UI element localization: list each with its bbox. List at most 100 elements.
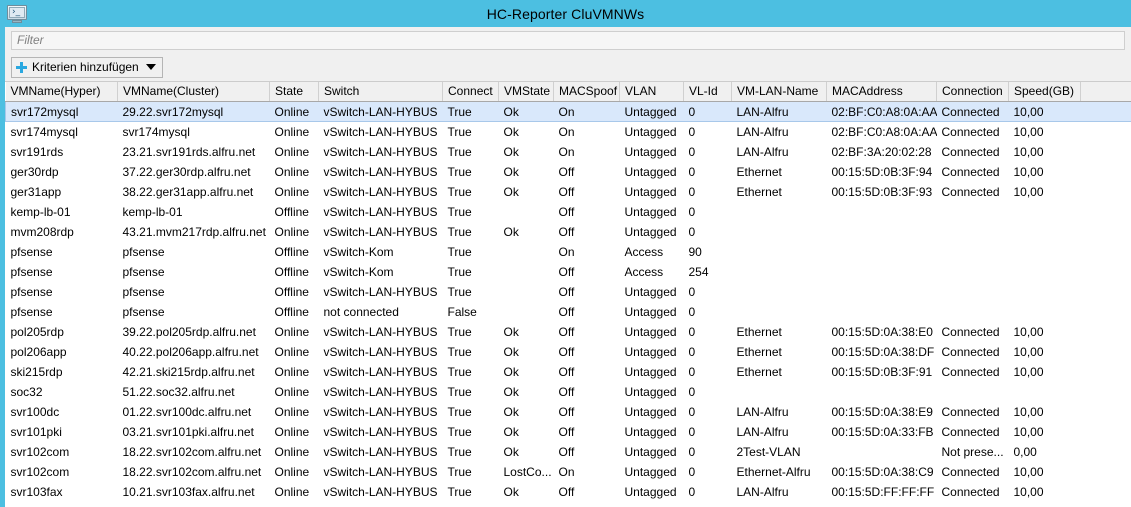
cell-vmname_cluster[interactable]: 29.22.svr172mysql <box>117 101 270 122</box>
table-row[interactable]: svr191rds 23.21.svr191rds.alfru.net Online… <box>6 142 1131 162</box>
cell-vmstate[interactable]: Ok <box>499 362 554 382</box>
cell-state[interactable]: Online <box>270 342 319 362</box>
cell-macspoof[interactable]: Off <box>554 322 620 342</box>
cell-vmname_hyper[interactable]: svr102com <box>6 462 118 482</box>
cell-vlan[interactable]: Untagged <box>620 282 684 302</box>
cell-connect[interactable]: True <box>443 322 499 342</box>
cell-vmname_cluster[interactable]: 23.21.svr191rds.alfru.net <box>118 142 270 162</box>
cell-connect[interactable]: True <box>443 282 499 302</box>
cell-connection[interactable]: Connected <box>937 422 1009 442</box>
cell-macaddress[interactable]: 00:15:5D:0B:3F:91 <box>827 362 937 382</box>
cell-connection[interactable]: Connected <box>937 322 1009 342</box>
cell-vmname_cluster[interactable]: svr174mysql <box>118 122 270 142</box>
cell-filler[interactable] <box>1081 222 1131 242</box>
cell-vm_lan_name[interactable]: Ethernet <box>732 182 827 202</box>
cell-macspoof[interactable]: Off <box>554 302 620 322</box>
column-header-macaddress[interactable]: MACAddress <box>826 82 937 102</box>
cell-switch[interactable]: vSwitch-LAN-HYBUS <box>319 182 443 202</box>
cell-vmname_hyper[interactable]: svr102com <box>6 442 118 462</box>
cell-switch[interactable]: vSwitch-LAN-HYBUS <box>319 462 443 482</box>
cell-vlan[interactable]: Access <box>620 242 684 262</box>
column-header-vmname_hyper[interactable]: VMName(Hyper) <box>5 82 118 102</box>
cell-vlan[interactable]: Untagged <box>620 122 684 142</box>
table-row[interactable]: ger30rdp 37.22.ger30rdp.alfru.net Online vS… <box>6 162 1131 182</box>
cell-state[interactable]: Offline <box>270 302 319 322</box>
cell-vmname_hyper[interactable]: kemp-lb-01 <box>6 202 118 222</box>
cell-vlid[interactable]: 0 <box>684 222 732 242</box>
cell-state[interactable]: Offline <box>270 282 319 302</box>
table-row[interactable]: svr102com 18.22.svr102com.alfru.net Online… <box>6 462 1131 482</box>
cell-vmname_hyper[interactable]: pfsense <box>6 262 118 282</box>
cell-vmstate[interactable]: Ok <box>499 382 554 402</box>
cell-speed[interactable]: 10,00 <box>1009 422 1081 442</box>
cell-vmstate[interactable]: Ok <box>499 482 554 502</box>
cell-vm_lan_name[interactable]: LAN-Alfru <box>732 122 827 142</box>
cell-state[interactable]: Online <box>270 162 319 182</box>
cell-connect[interactable]: True <box>443 242 499 262</box>
cell-speed[interactable]: 10,00 <box>1009 322 1081 342</box>
table-row[interactable]: soc32 51.22.soc32.alfru.net Online vSwitch-… <box>6 382 1131 402</box>
cell-macaddress[interactable] <box>827 202 937 222</box>
cell-switch[interactable]: vSwitch-LAN-HYBUS <box>319 442 443 462</box>
cell-vm_lan_name[interactable]: LAN-Alfru <box>732 482 827 502</box>
cell-connect[interactable]: True <box>443 462 499 482</box>
cell-state[interactable]: Online <box>269 101 319 122</box>
cell-macaddress[interactable] <box>827 242 937 262</box>
table-row[interactable]: svr102com 18.22.svr102com.alfru.net Online… <box>6 442 1131 462</box>
cell-vm_lan_name[interactable] <box>732 302 827 322</box>
cell-vmstate[interactable] <box>499 282 554 302</box>
cell-speed[interactable]: 10,00 <box>1009 162 1081 182</box>
cell-macspoof[interactable]: On <box>554 242 620 262</box>
cell-vlan[interactable]: Untagged <box>620 442 684 462</box>
cell-filler[interactable] <box>1081 322 1131 342</box>
cell-vlan[interactable]: Untagged <box>620 422 684 442</box>
cell-vm_lan_name[interactable]: LAN-Alfru <box>732 422 827 442</box>
cell-connect[interactable]: True <box>443 202 499 222</box>
cell-vlan[interactable]: Untagged <box>620 482 684 502</box>
cell-vmstate[interactable]: Ok <box>499 222 554 242</box>
cell-vm_lan_name[interactable] <box>732 282 827 302</box>
cell-vmname_hyper[interactable]: pfsense <box>6 242 118 262</box>
cell-vmname_cluster[interactable]: pfsense <box>118 302 270 322</box>
cell-connect[interactable]: True <box>443 482 499 502</box>
cell-connection[interactable]: Connected <box>937 122 1009 142</box>
cell-macspoof[interactable]: Off <box>554 362 620 382</box>
cell-vlid[interactable]: 0 <box>684 462 732 482</box>
cell-vlid[interactable]: 0 <box>684 422 732 442</box>
data-grid-container[interactable]: VMName(Hyper) VMName(Cluster) State Switch C… <box>5 81 1131 507</box>
cell-connect[interactable]: True <box>442 101 499 122</box>
cell-macspoof[interactable]: On <box>554 142 620 162</box>
cell-vm_lan_name[interactable]: LAN-Alfru <box>732 142 827 162</box>
cell-vlan[interactable]: Untagged <box>620 162 684 182</box>
cell-macaddress[interactable]: 00:15:5D:0A:38:E0 <box>827 322 937 342</box>
cell-filler[interactable] <box>1080 101 1131 122</box>
cell-switch[interactable]: vSwitch-LAN-HYBUS <box>319 322 443 342</box>
cell-vmname_cluster[interactable]: 18.22.svr102com.alfru.net <box>118 462 270 482</box>
column-header-filler[interactable] <box>1080 82 1131 102</box>
cell-vmname_hyper[interactable]: pol206app <box>6 342 118 362</box>
table-row[interactable]: kemp-lb-01 kemp-lb-01 Offline vSwitch-LAN-H… <box>6 202 1131 222</box>
cell-vlid[interactable]: 90 <box>684 242 732 262</box>
cell-vm_lan_name[interactable]: LAN-Alfru <box>731 101 827 122</box>
cell-vm_lan_name[interactable] <box>732 242 827 262</box>
cell-macaddress[interactable]: 02:BF:C0:A8:0A:AA <box>826 101 937 122</box>
cell-macspoof[interactable]: Off <box>554 182 620 202</box>
cell-vmname_hyper[interactable]: ger30rdp <box>6 162 118 182</box>
cell-vlan[interactable]: Untagged <box>620 362 684 382</box>
cell-vmstate[interactable] <box>499 302 554 322</box>
table-row[interactable]: mvm208rdp 43.21.mvm217rdp.alfru.net Online… <box>6 222 1131 242</box>
cell-connection[interactable]: Connected <box>937 162 1009 182</box>
cell-vmname_cluster[interactable]: 37.22.ger30rdp.alfru.net <box>118 162 270 182</box>
cell-macspoof[interactable]: Off <box>554 262 620 282</box>
cell-vmname_hyper[interactable]: soc32 <box>6 382 118 402</box>
cell-vlan[interactable]: Untagged <box>620 142 684 162</box>
cell-vlan[interactable]: Access <box>620 262 684 282</box>
cell-macaddress[interactable] <box>827 282 937 302</box>
table-row[interactable]: pol206app 40.22.pol206app.alfru.net Online… <box>6 342 1131 362</box>
column-header-vm_lan_name[interactable]: VM-LAN-Name <box>731 82 827 102</box>
cell-state[interactable]: Online <box>270 322 319 342</box>
cell-switch[interactable]: vSwitch-LAN-HYBUS <box>318 101 443 122</box>
cell-connect[interactable]: True <box>443 222 499 242</box>
cell-vmname_cluster[interactable]: 01.22.svr100dc.alfru.net <box>118 402 270 422</box>
cell-vmname_cluster[interactable]: pfsense <box>118 262 270 282</box>
